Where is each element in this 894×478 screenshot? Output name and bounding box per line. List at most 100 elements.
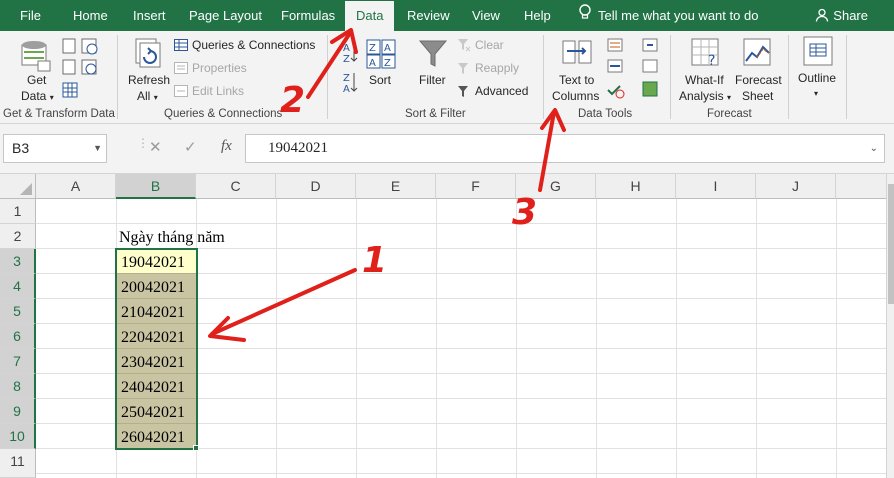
clear-button[interactable]: Clear [475,38,504,52]
filter-button[interactable]: Filter [419,73,446,87]
tab-insert[interactable]: Insert [133,0,166,31]
row-header-2[interactable]: 2 [0,224,36,249]
advanced-button[interactable]: Advanced [475,84,528,98]
queries-connections-button[interactable]: Queries & Connections [192,38,315,52]
outline-button[interactable]: Outline [798,71,836,85]
row-header-5[interactable]: 5 [0,299,36,324]
get-data-label[interactable]: Get [27,73,46,87]
forecast-group-label: Forecast [707,108,752,120]
column-header-j[interactable]: J [756,174,836,199]
what-if-label[interactable]: What-If [685,73,724,87]
forecast-sheet-label[interactable]: Forecast [735,73,782,87]
name-box-value: B3 [12,140,30,156]
row-header-11[interactable]: 11 [0,449,36,478]
select-all-button[interactable] [0,174,36,199]
text-to-columns-icon[interactable] [561,37,593,72]
svg-text:?: ? [708,53,715,69]
gridline [36,223,886,224]
column-header-e[interactable]: E [356,174,436,199]
refresh-icon[interactable] [132,37,164,74]
outline-icon[interactable] [803,36,833,69]
cell-b8[interactable]: 24042021 [117,375,185,400]
filter-icon[interactable] [418,39,448,72]
outline-dropdown-icon[interactable]: ▾ [814,85,818,99]
column-header-d[interactable]: D [276,174,356,199]
sort-dialog-icon[interactable]: Z A A Z [366,39,396,72]
refresh-label-2[interactable]: All ▾ [137,89,158,103]
cell-b9[interactable]: 25042021 [117,400,185,425]
column-header-b[interactable]: B [116,174,196,199]
insert-function-icon[interactable]: fx [221,138,232,155]
forecast-sheet-icon[interactable] [742,37,772,72]
svg-text:Z: Z [343,73,350,84]
column-header-k[interactable] [836,174,886,199]
get-data-label-2[interactable]: Data ▾ [21,89,54,103]
tab-review[interactable]: Review [407,0,450,31]
sort-az-icon[interactable]: A Z Z A [340,39,360,98]
clear-filter-icon[interactable] [457,38,471,55]
from-text-icon[interactable] [62,38,102,105]
data-tools-icons[interactable] [607,38,661,103]
tab-formulas[interactable]: Formulas [281,0,335,31]
cell-b10[interactable]: 26042021 [117,425,185,450]
column-header-i[interactable]: I [676,174,756,199]
row-header-8[interactable]: 8 [0,374,36,399]
tab-help[interactable]: Help [524,0,551,31]
fill-handle[interactable] [193,445,199,451]
text-to-columns-button[interactable]: Columns [552,89,599,103]
sort-button[interactable]: Sort [369,73,391,87]
what-if-icon[interactable]: ? [690,37,720,72]
refresh-label[interactable]: Refresh [128,73,170,87]
edit-links-icon[interactable] [174,85,188,100]
tab-page-layout[interactable]: Page Layout [189,0,262,31]
reapply-icon[interactable] [457,62,471,79]
get-transform-group-label: Get & Transform Data [3,108,115,120]
cancel-icon[interactable]: ✕ [149,138,162,156]
share-button[interactable]: Share [815,0,868,31]
enter-icon[interactable]: ✓ [184,138,197,156]
gridline [356,199,357,478]
tab-home[interactable]: Home [73,0,108,31]
cell-b6[interactable]: 22042021 [117,325,185,350]
queries-connections-icon[interactable] [174,39,188,54]
row-header-6[interactable]: 6 [0,324,36,349]
sort-filter-group-label: Sort & Filter [405,108,466,120]
formula-input[interactable]: 19042021 ⌄ [245,134,885,163]
tell-me-search[interactable]: Tell me what you want to do [578,0,758,31]
svg-text:Z: Z [369,43,376,54]
row-header-10[interactable]: 10 [0,424,36,449]
reapply-button[interactable]: Reapply [475,61,519,75]
column-header-c[interactable]: C [196,174,276,199]
separator [846,35,847,119]
name-box[interactable]: B3 ▼ [3,134,107,163]
properties-button[interactable]: Properties [192,61,247,75]
tab-view[interactable]: View [472,0,500,31]
what-if-analysis-button[interactable]: Analysis ▾ [679,89,731,103]
row-header-9[interactable]: 9 [0,399,36,424]
cell-b7[interactable]: 23042021 [117,350,185,375]
row-header-4[interactable]: 4 [0,274,36,299]
cell-b5[interactable]: 21042021 [117,300,185,325]
column-header-f[interactable]: F [436,174,516,199]
row-header-3[interactable]: 3 [0,249,36,274]
scrollbar-thumb[interactable] [888,184,894,304]
tab-file[interactable]: File [20,0,41,31]
column-header-a[interactable]: A [36,174,116,199]
properties-icon[interactable] [174,62,188,77]
cell-b3[interactable]: 19042021 [117,250,185,275]
cell-b2[interactable]: Ngày tháng năm [115,225,225,250]
cell-b4[interactable]: 20042021 [117,275,185,300]
tab-data[interactable]: Data [345,1,395,31]
vertical-scrollbar[interactable] [886,174,894,478]
column-header-h[interactable]: H [596,174,676,199]
worksheet-grid[interactable]: A B C D E F G H I J 1 2 3 4 5 6 7 8 9 10… [0,174,894,478]
edit-links-button[interactable]: Edit Links [192,84,244,98]
database-icon[interactable] [20,37,52,76]
row-header-1[interactable]: 1 [0,199,36,224]
text-to-columns-label[interactable]: Text to [559,73,594,87]
advanced-filter-icon[interactable] [457,85,471,102]
forecast-sheet-button[interactable]: Sheet [742,89,773,103]
row-header-7[interactable]: 7 [0,349,36,374]
expand-formula-icon[interactable]: ⌄ [870,135,878,162]
chevron-down-icon[interactable]: ▼ [93,135,102,162]
